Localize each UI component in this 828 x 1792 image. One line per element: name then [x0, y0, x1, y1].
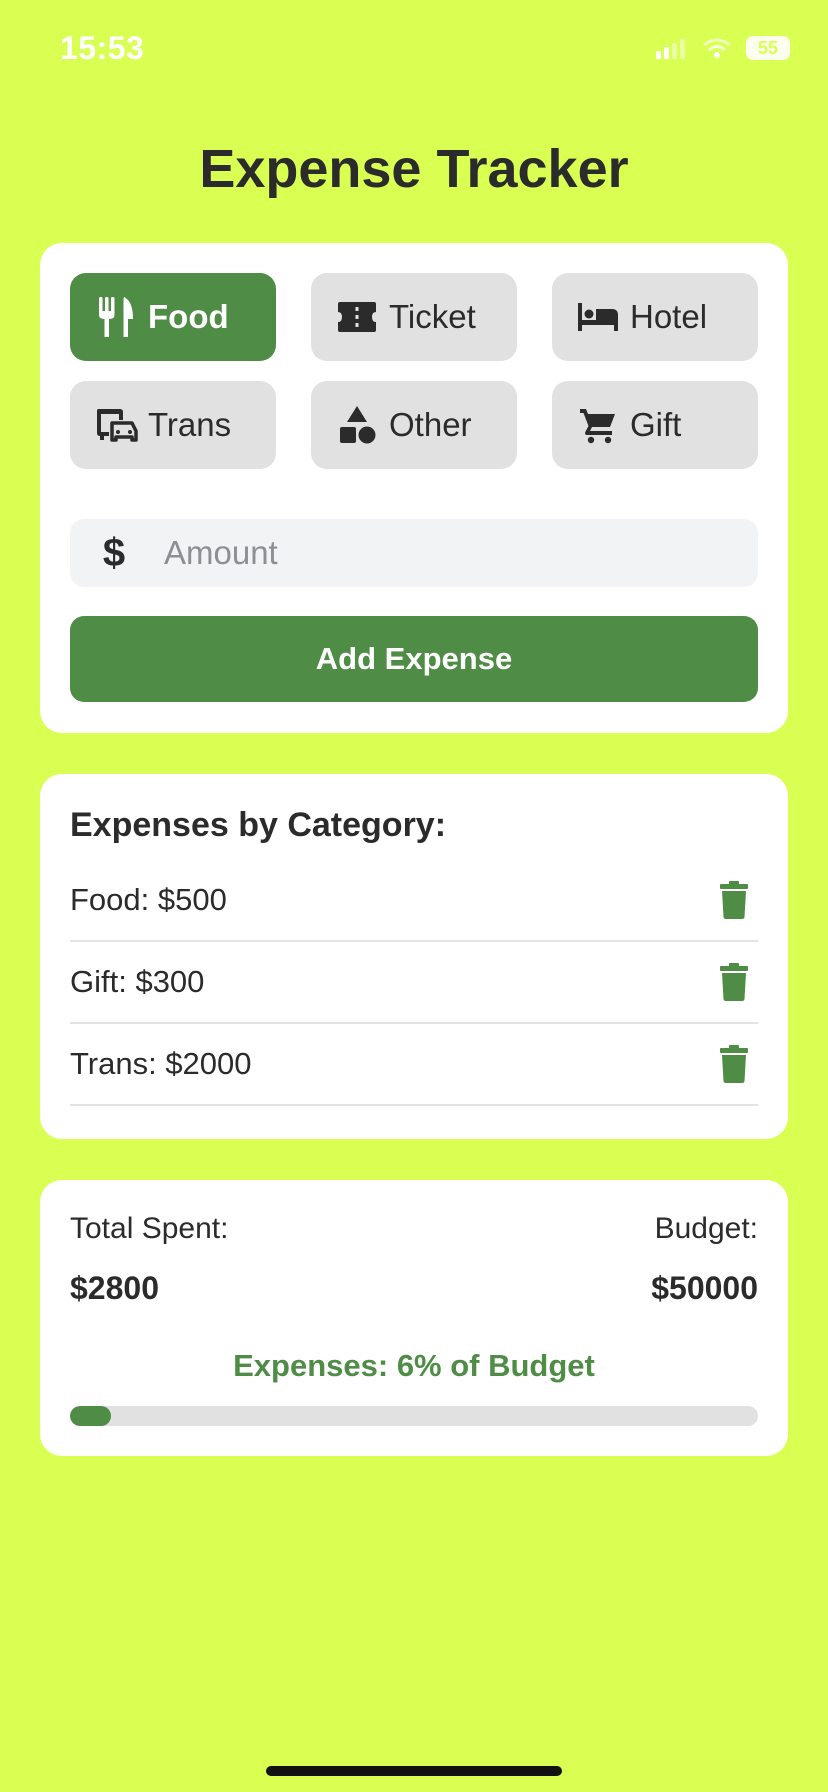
list-item: Trans: $2000 — [70, 1024, 758, 1106]
home-indicator[interactable] — [266, 1766, 562, 1776]
expenses-heading: Expenses by Category: — [70, 806, 447, 844]
category-hotel-button[interactable]: Hotel — [552, 273, 758, 361]
category-label: Ticket — [389, 298, 476, 335]
category-label: Trans — [148, 406, 232, 443]
dollar-icon: $ — [102, 530, 126, 575]
ticket-icon — [335, 295, 379, 339]
category-food-button[interactable]: Food — [70, 273, 276, 361]
shapes-icon — [335, 403, 379, 447]
summary-card: Total Spent: Budget: $2800 $50000 Expens… — [40, 1180, 788, 1456]
total-spent-label: Total Spent: — [70, 1212, 229, 1245]
category-label: Food — [148, 298, 229, 335]
list-item: Gift: $300 — [70, 942, 758, 1024]
category-grid: Food Ticket Hotel Trans Other Gift — [70, 273, 758, 469]
expense-form-card: Food Ticket Hotel Trans Other Gift $ Amo… — [40, 243, 788, 733]
status-bar: 15:53 55 — [0, 0, 828, 100]
budget-value: $50000 — [651, 1270, 758, 1306]
category-gift-button[interactable]: Gift — [552, 381, 758, 469]
category-label: Gift — [630, 406, 682, 443]
trash-icon[interactable] — [720, 963, 748, 1001]
total-spent-value: $2800 — [70, 1270, 159, 1306]
status-time: 15:53 — [60, 30, 145, 66]
cellular-signal-icon — [656, 39, 685, 59]
budget-progress-bar — [70, 1406, 758, 1426]
battery-icon: 55 — [746, 36, 790, 60]
expense-text: Gift: $300 — [70, 964, 205, 999]
list-item: Food: $500 — [70, 860, 758, 942]
status-icons: 55 — [656, 36, 790, 60]
expense-text: Trans: $2000 — [70, 1046, 252, 1081]
category-label: Hotel — [630, 298, 708, 335]
budget-percent-text: Expenses: 6% of Budget — [233, 1348, 595, 1383]
category-ticket-button[interactable]: Ticket — [311, 273, 517, 361]
expenses-list: Food: $500 Gift: $300 Trans: $2000 — [70, 860, 758, 1106]
bed-icon — [576, 295, 620, 339]
add-expense-button[interactable]: Add Expense — [70, 616, 758, 702]
category-other-button[interactable]: Other — [311, 381, 517, 469]
trash-icon[interactable] — [720, 881, 748, 919]
expense-text: Food: $500 — [70, 882, 227, 917]
amount-field[interactable]: $ — [70, 519, 758, 587]
fork-knife-icon — [94, 295, 138, 339]
amount-input[interactable] — [162, 533, 726, 573]
expenses-list-card: Expenses by Category: Food: $500 Gift: $… — [40, 774, 788, 1139]
cart-icon — [576, 403, 620, 447]
page-title: Expense Tracker — [199, 139, 629, 199]
budget-label: Budget: — [654, 1212, 758, 1245]
category-trans-button[interactable]: Trans — [70, 381, 276, 469]
trash-icon[interactable] — [720, 1045, 748, 1083]
budget-progress-fill — [70, 1406, 112, 1426]
category-label: Other — [389, 406, 472, 443]
bus-car-icon — [94, 403, 138, 447]
wifi-icon — [703, 38, 731, 58]
